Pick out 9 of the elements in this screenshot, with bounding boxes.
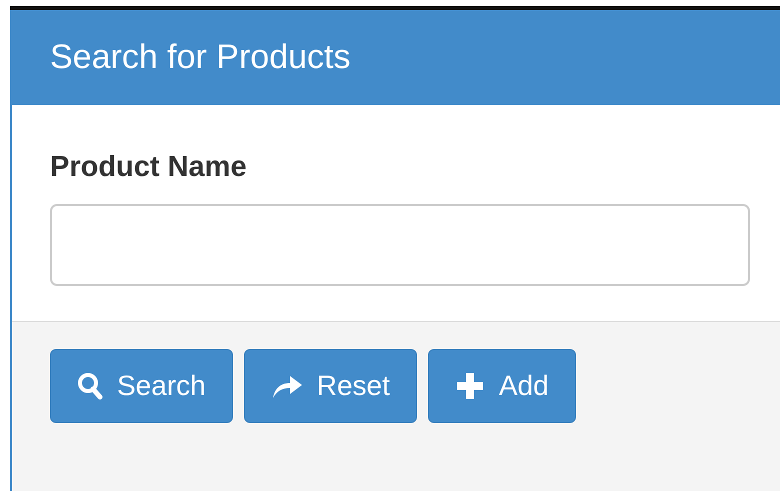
- product-name-field[interactable]: [50, 204, 750, 286]
- field-label: Product Name: [50, 151, 248, 184]
- search-button[interactable]: Search: [50, 349, 233, 423]
- panel-title: Search for Products: [50, 38, 350, 77]
- plus-icon: [454, 371, 485, 401]
- reset-button[interactable]: Reset: [244, 349, 417, 423]
- search-icon: [77, 372, 103, 400]
- add-button[interactable]: Add: [428, 349, 576, 423]
- arrow-icon: [270, 373, 303, 399]
